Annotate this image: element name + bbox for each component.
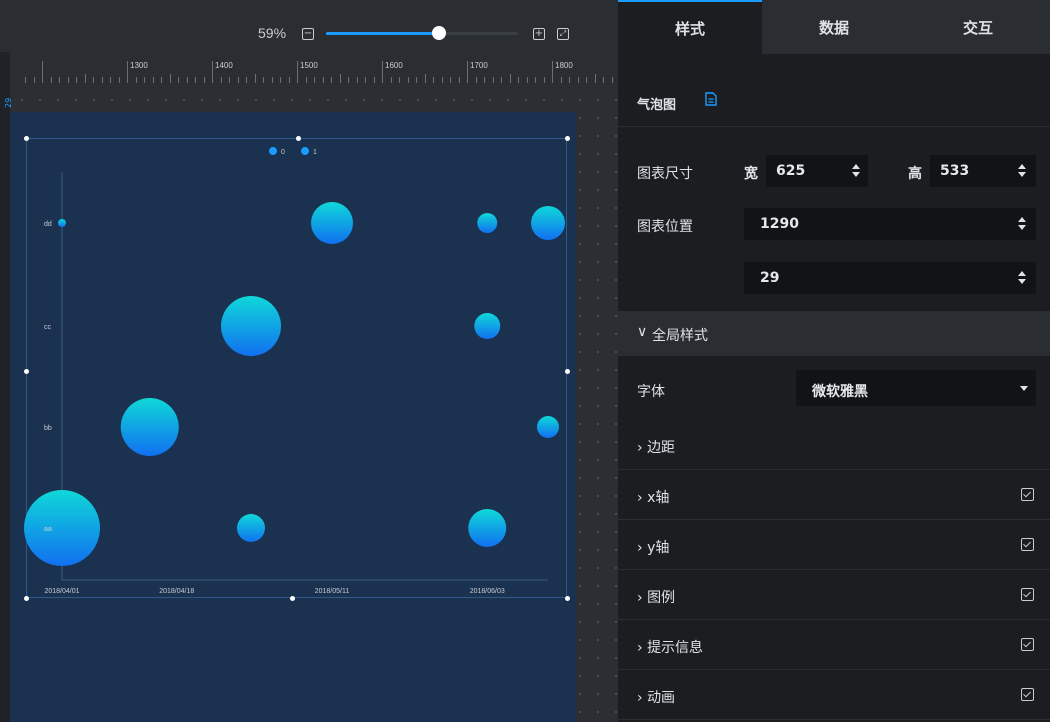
height-value: 533 <box>940 163 970 179</box>
height-label: 高 <box>908 166 922 182</box>
y-tick-label: cc <box>44 324 52 331</box>
legend-marker <box>269 147 277 155</box>
y-axis-checkbox[interactable] <box>1021 538 1034 551</box>
tab-interaction[interactable]: 交互 <box>906 0 1050 54</box>
bubble-point <box>311 202 353 244</box>
section-y-axis[interactable]: › y轴 <box>618 521 1050 570</box>
dropdown-caret-icon <box>1020 386 1028 391</box>
property-panel: 样式 数据 交互 气泡图 图表尺寸 宽 625 高 533 图表位置 1290 … <box>618 0 1050 722</box>
chevron-right-icon: › <box>637 490 643 506</box>
bubble-point <box>120 398 179 456</box>
x-tick-label: 2018/04/18 <box>159 588 194 595</box>
component-name: 气泡图 <box>637 98 677 113</box>
section-animation[interactable]: › 动画 <box>618 671 1050 720</box>
x-tick-label: 2018/06/03 <box>470 588 505 595</box>
position-y-stepper-icon[interactable] <box>1018 271 1026 284</box>
chevron-right-icon: › <box>637 540 643 556</box>
tooltip-checkbox[interactable] <box>1021 638 1034 651</box>
height-stepper-icon[interactable] <box>1018 164 1026 177</box>
resize-handle-bottom-right[interactable] <box>565 596 570 601</box>
bubble-point <box>221 296 281 356</box>
width-value: 625 <box>776 163 806 179</box>
resize-handle-bottom[interactable] <box>290 596 295 601</box>
section-label: 动画 <box>647 690 676 706</box>
section-label: 边距 <box>647 440 676 456</box>
y-tick-label: dd <box>44 221 52 228</box>
tab-data[interactable]: 数据 <box>762 0 906 54</box>
resize-handle-left[interactable] <box>24 369 29 374</box>
bubble-point <box>58 219 66 227</box>
resize-handle-right[interactable] <box>565 369 570 374</box>
document-icon[interactable] <box>705 92 717 106</box>
panel-tabs: 样式 数据 交互 <box>618 0 1050 54</box>
bubble-point <box>537 416 559 438</box>
legend-label: 1 <box>313 149 317 156</box>
position-y-value: 29 <box>760 270 780 286</box>
section-margin[interactable]: › 边距 <box>618 421 1050 470</box>
editor-canvas-area: 59% − + ⤢ 1300140015001600170018001900 2… <box>0 0 618 722</box>
bubble-point <box>468 509 507 547</box>
section-label: y轴 <box>647 540 670 556</box>
y-tick-label: bb <box>44 425 52 432</box>
tab-style[interactable]: 样式 <box>618 0 762 54</box>
x-tick-label: 2018/04/01 <box>44 588 79 595</box>
legend-label: 0 <box>281 149 285 156</box>
section-tooltip[interactable]: › 提示信息 <box>618 621 1050 670</box>
chevron-right-icon: › <box>637 640 643 656</box>
font-select-value: 微软雅黑 <box>812 384 868 400</box>
section-legend[interactable]: › 图例 <box>618 571 1050 620</box>
resize-handle-bottom-left[interactable] <box>24 596 29 601</box>
resize-handle-top-left[interactable] <box>24 136 29 141</box>
legend-checkbox[interactable] <box>1021 588 1034 601</box>
section-label: x轴 <box>647 490 670 506</box>
width-label: 宽 <box>744 166 758 182</box>
bubble-point <box>474 313 501 339</box>
section-x-axis[interactable]: › x轴 <box>618 471 1050 520</box>
global-style-header[interactable]: ∨ 全局样式 <box>618 311 1050 356</box>
animation-checkbox[interactable] <box>1021 688 1034 701</box>
bubble-chart: 0 1 aa bb cc dd 2018/04/01 2018/04/18 2018/05/1… <box>24 147 565 595</box>
chart-position-label: 图表位置 <box>637 219 693 235</box>
section-label: 提示信息 <box>647 640 704 656</box>
bubble-point <box>531 206 565 240</box>
legend-marker <box>301 147 309 155</box>
chevron-right-icon: › <box>637 440 643 456</box>
position-x-stepper-icon[interactable] <box>1018 217 1026 230</box>
section-label: 图例 <box>647 590 676 606</box>
bubble-point <box>24 490 100 566</box>
chevron-right-icon: › <box>637 690 643 706</box>
chevron-right-icon: › <box>637 590 643 606</box>
position-y-field[interactable] <box>744 262 1036 294</box>
chart-size-label: 图表尺寸 <box>637 166 693 182</box>
resize-handle-top-right[interactable] <box>565 136 570 141</box>
width-stepper-icon[interactable] <box>852 164 860 177</box>
bubble-point <box>477 213 498 233</box>
x-tick-label: 2018/05/11 <box>315 588 350 595</box>
bubble-point <box>237 514 265 542</box>
x-axis-checkbox[interactable] <box>1021 488 1034 501</box>
global-style-title: 全局样式 <box>652 328 708 344</box>
y-tick-label: aa <box>44 526 52 533</box>
resize-handle-top[interactable] <box>296 136 301 141</box>
position-x-value: 1290 <box>760 216 799 232</box>
component-name-row: 气泡图 <box>618 54 1050 127</box>
chevron-down-icon: ∨ <box>637 324 648 340</box>
font-label: 字体 <box>637 384 665 400</box>
